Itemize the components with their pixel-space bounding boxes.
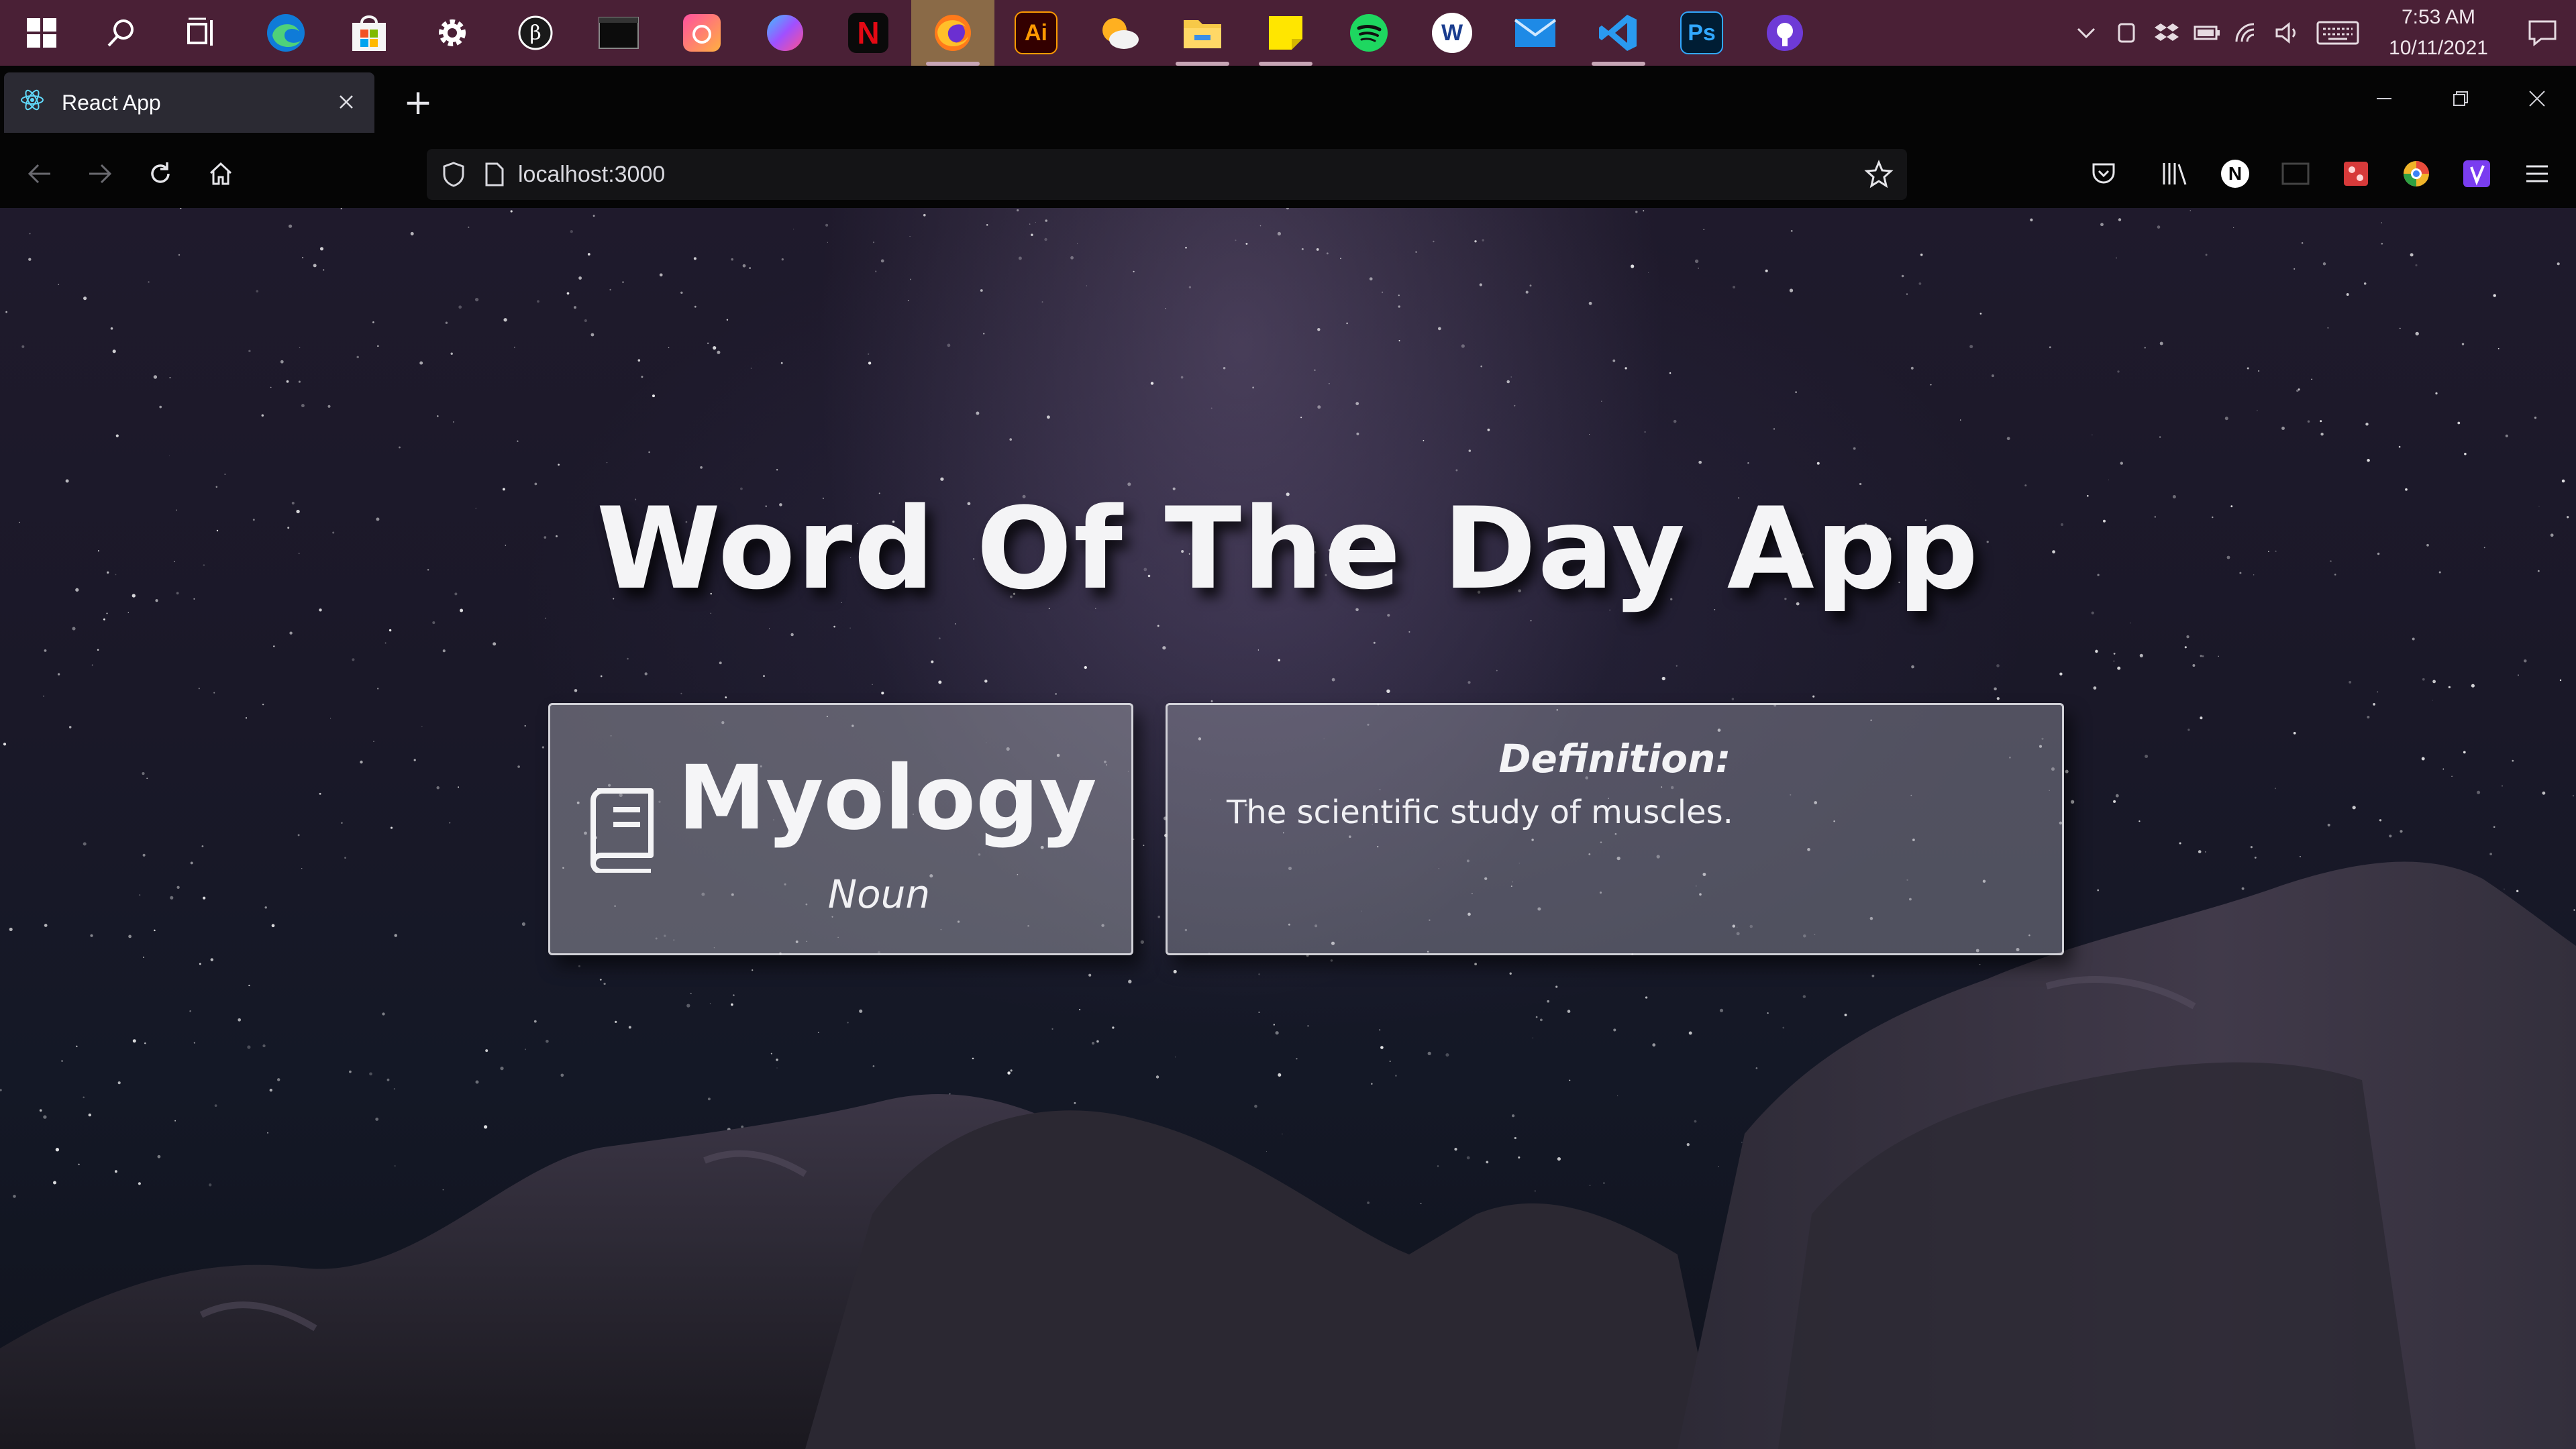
system-tray: 7:53 AM 10/11/2021 (2066, 0, 2576, 66)
touch-keyboard-icon[interactable] (2308, 0, 2368, 66)
extension-n-icon[interactable]: N (2218, 157, 2252, 191)
illustrator-icon[interactable]: Ai (994, 0, 1078, 66)
vimeo-extension-icon[interactable] (2460, 157, 2493, 191)
back-icon[interactable] (17, 152, 62, 196)
tab-close-icon[interactable] (338, 89, 354, 116)
library-icon[interactable] (2158, 157, 2192, 191)
restore-icon[interactable] (2430, 78, 2491, 125)
photoshop-icon[interactable]: Ps (1660, 0, 1743, 66)
windows-start-icon[interactable] (0, 0, 83, 66)
creative-cloud-icon[interactable] (660, 0, 743, 66)
clock-time: 7:53 AM (2401, 6, 2476, 28)
netflix-icon[interactable]: N (827, 0, 910, 66)
weather-icon[interactable] (1078, 0, 1161, 66)
address-bar[interactable]: localhost:3000 (427, 149, 1907, 200)
react-favicon-icon (20, 88, 44, 118)
taskbar-clock[interactable]: 7:53 AM 10/11/2021 (2368, 2, 2509, 64)
windows-taskbar: β N Ai W Ps 7:53 AM 10/11/2021 (0, 0, 2576, 66)
clock-date: 10/11/2021 (2389, 37, 2488, 59)
color-wheel-icon[interactable] (743, 0, 827, 66)
browser-nav-bar: localhost:3000 N (0, 140, 2576, 208)
pocket-icon[interactable] (2087, 157, 2120, 191)
dropbox-icon[interactable] (2147, 0, 2187, 66)
tab-title: React App (62, 90, 161, 115)
svg-text:β: β (529, 21, 541, 45)
menu-icon[interactable] (2520, 157, 2554, 191)
definition-text: The scientific study of muscles. (1227, 794, 1733, 831)
chevron-up-icon[interactable] (2066, 0, 2106, 66)
battery-icon[interactable] (2187, 0, 2227, 66)
firefox-icon[interactable] (911, 0, 994, 66)
home-icon[interactable] (199, 152, 243, 196)
terminal-icon[interactable] (577, 0, 660, 66)
part-of-speech: Noun (827, 871, 931, 917)
definition-label: Definition: (1498, 736, 1731, 782)
device-icon[interactable] (2106, 0, 2147, 66)
settings-gear-icon[interactable] (411, 0, 494, 66)
book-icon (590, 788, 654, 873)
chrome-like-extension-icon[interactable] (2400, 157, 2433, 191)
word-card: Myology Noun (548, 703, 1133, 955)
new-tab-button[interactable]: + (396, 80, 440, 125)
file-explorer-icon[interactable] (1161, 0, 1244, 66)
window-close-icon[interactable] (2507, 78, 2567, 125)
beta-app-icon[interactable]: β (494, 0, 577, 66)
notification-center-icon[interactable] (2509, 0, 2576, 66)
mail-icon[interactable] (1494, 0, 1577, 66)
vscode-icon[interactable] (1577, 0, 1660, 66)
volume-icon[interactable] (2267, 0, 2308, 66)
github-icon[interactable] (1743, 0, 1826, 66)
wifi-icon[interactable] (2227, 0, 2267, 66)
task-view-icon[interactable] (161, 0, 244, 66)
shield-icon[interactable] (442, 161, 466, 188)
page-title: Word Of The Day App (596, 483, 1980, 614)
tab-react-app[interactable]: React App (4, 72, 374, 133)
spotify-icon[interactable] (1327, 0, 1410, 66)
microsoft-store-icon[interactable] (327, 0, 411, 66)
reader-extension-icon[interactable] (2279, 157, 2312, 191)
search-icon[interactable] (79, 0, 162, 66)
page-icon (484, 162, 505, 187)
browser-tab-bar: React App + (0, 66, 2576, 140)
reload-icon[interactable] (138, 152, 183, 196)
url-text[interactable]: localhost:3000 (518, 162, 665, 188)
definition-card: Definition: The scientific study of musc… (1166, 703, 2064, 955)
edge-icon[interactable] (244, 0, 327, 66)
puzzle-extension-icon[interactable] (2339, 157, 2373, 191)
app-w-icon[interactable]: W (1410, 0, 1494, 66)
word-text: Myology (678, 747, 1097, 850)
bookmark-star-icon[interactable] (1864, 160, 1894, 189)
minimize-icon[interactable] (2354, 78, 2414, 125)
forward-icon[interactable] (78, 152, 122, 196)
sticky-notes-icon[interactable] (1244, 0, 1327, 66)
page-viewport: Word Of The Day App Myology Noun Definit… (0, 208, 2576, 1449)
